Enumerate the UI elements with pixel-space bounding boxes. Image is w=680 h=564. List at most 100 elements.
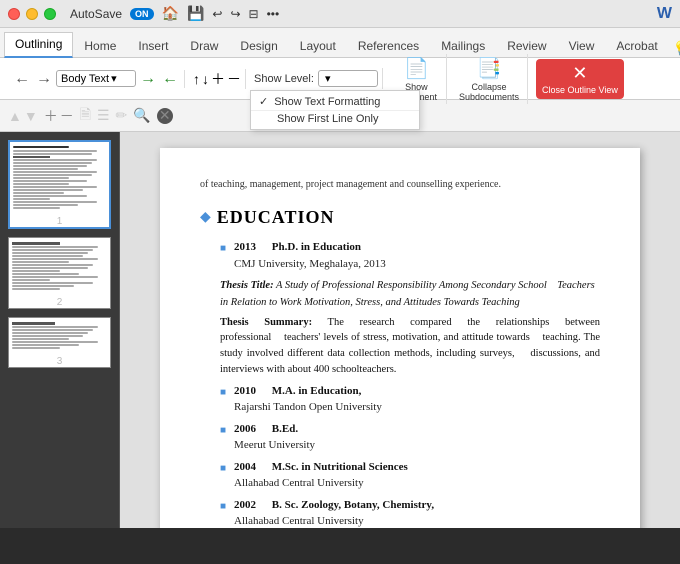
ribbon-toolbar: ← → Body Text ▾ → ← ↑ ↓ ＋ － Show Level: … <box>0 58 680 100</box>
main-area: 1 2 <box>0 132 680 528</box>
more-icon: ••• <box>267 7 280 21</box>
search-icon[interactable]: 🔍 <box>133 107 150 124</box>
save-icon: 💾 <box>187 5 204 22</box>
autosave-toggle[interactable]: ON <box>130 8 154 20</box>
thumbnail-2[interactable]: 2 <box>8 237 111 309</box>
edu-item-msc: ■ 2004 M.Sc. in Nutritional Sciences All… <box>220 459 600 492</box>
edu-item-phd: ■ 2013 Ph.D. in Education CMJ University… <box>220 239 600 272</box>
bullet-icon-phd: ■ <box>220 241 226 272</box>
document-area: of teaching, management, project managem… <box>120 132 680 528</box>
dropdown-arrow-icon2: ▾ <box>325 72 331 85</box>
edu-degree-msc: M.Sc. in Nutritional Sciences <box>272 461 408 473</box>
edu-item-bed: ■ 2006 B.Ed. Meerut University <box>220 421 600 454</box>
outline-minus-icon[interactable]: － <box>60 106 74 126</box>
thesis-title-line: Thesis Title: A Study of Professional Re… <box>220 277 600 311</box>
show-level-label: Show Level: <box>254 73 314 85</box>
edu-year-2006: 2006 <box>234 421 269 438</box>
plus-icon[interactable]: ＋ <box>211 69 225 89</box>
autosave-label: AutoSave <box>70 7 122 21</box>
thumb-num-1: 1 <box>10 216 109 227</box>
minus-icon[interactable]: － <box>227 69 241 89</box>
thesis-summary-text: Thesis Summary: The research compared th… <box>220 315 600 378</box>
outline-down-icon[interactable]: ▼ <box>24 108 38 124</box>
edu-degree-phd: Ph.D. in Education <box>272 241 361 253</box>
doc-icon[interactable]: 🗎 <box>80 104 91 128</box>
education-section-heading: ◆ EDUCATION <box>200 204 600 231</box>
outline-level-group: ↑ ↓ ＋ － <box>189 69 246 89</box>
education-title: EDUCATION <box>217 204 335 231</box>
edu-content-bed: 2006 B.Ed. Meerut University <box>234 421 600 454</box>
demote-icon[interactable]: ↓ <box>202 71 209 87</box>
close-button[interactable] <box>8 8 20 20</box>
tab-review[interactable]: Review <box>496 34 557 58</box>
edu-year-2002: 2002 <box>234 497 269 514</box>
edu-degree-bed: B.Ed. <box>272 423 298 435</box>
thumbnails-panel: 1 2 <box>0 132 120 528</box>
edu-content-bsc: 2002 B. Sc. Zoology, Botany, Chemistry, … <box>234 497 600 529</box>
print-icon: ⊟ <box>249 7 259 21</box>
edu-content-msc: 2004 M.Sc. in Nutritional Sciences Allah… <box>234 459 600 492</box>
edu-degree-ma: M.A. in Education, <box>272 385 362 397</box>
body-text-label: Body Text <box>61 73 109 85</box>
outline-plus-icon[interactable]: ＋ <box>44 106 58 126</box>
close-outline-button[interactable]: ✕ Close Outline View <box>536 59 624 99</box>
collapse-subdocuments-label[interactable]: Collapse Subdocuments <box>459 82 519 102</box>
show-level-dropdown[interactable]: ▾ <box>318 70 378 87</box>
body-text-dropdown[interactable]: Body Text ▾ <box>56 70 136 87</box>
undo-icon: ↩ <box>212 7 222 21</box>
edu-institution-cmj: CMJ University, Meghalaya, 2013 <box>234 256 600 273</box>
edu-year-2010: 2010 <box>234 383 269 400</box>
collapse-subdocuments-group: 📑 Collapse Subdocuments <box>451 54 528 104</box>
forward-arrow[interactable]: → <box>34 70 54 88</box>
dropdown-arrow-icon: ▾ <box>111 72 117 85</box>
maximize-button[interactable] <box>44 8 56 20</box>
tab-draw[interactable]: Draw <box>179 34 229 58</box>
tab-home[interactable]: Home <box>73 34 127 58</box>
close-panel-icon[interactable]: ✕ <box>157 108 173 124</box>
edu-institution-allahabad-bsc: Allahabad Central University <box>234 513 600 528</box>
green-right-arrow[interactable]: → <box>138 70 158 88</box>
checkmark-icon: ✓ <box>259 95 268 108</box>
edu-degree-bsc: B. Sc. Zoology, Botany, Chemistry, <box>272 499 434 511</box>
outline-diamond-icon: ◆ <box>200 207 211 228</box>
redo-icon: ↪ <box>230 7 240 21</box>
tab-outlining[interactable]: Outlining <box>4 32 73 58</box>
edu-institution-meerut: Meerut University <box>234 437 600 454</box>
list-icon[interactable]: ☰ <box>97 107 110 124</box>
tab-mailings[interactable]: Mailings <box>430 34 496 58</box>
tab-references[interactable]: References <box>347 34 430 58</box>
tab-insert[interactable]: Insert <box>127 34 179 58</box>
edu-institution-rajarshi: Rajarshi Tandon Open University <box>234 399 600 416</box>
titlebar: AutoSave ON 🏠 💾 ↩ ↪ ⊟ ••• W <box>0 0 680 28</box>
edu-year-2004: 2004 <box>234 459 269 476</box>
minimize-button[interactable] <box>26 8 38 20</box>
home-icon: 🏠 <box>162 5 179 22</box>
word-app-icon: W <box>657 5 672 23</box>
thumb-num-2: 2 <box>9 297 110 308</box>
lightbulb-icon: 💡 <box>673 40 680 57</box>
edu-year-2013: 2013 <box>234 239 269 256</box>
tab-acrobat[interactable]: Acrobat <box>605 34 668 58</box>
bullet-icon-msc: ■ <box>220 461 226 492</box>
close-outline-group: ✕ Close Outline View <box>532 59 628 99</box>
edu-institution-allahabad-msc: Allahabad Central University <box>234 475 600 492</box>
green-left-arrow[interactable]: ← <box>160 70 180 88</box>
thumbnail-1[interactable]: 1 <box>8 140 111 229</box>
show-first-line-only-item[interactable]: Show First Line Only <box>251 111 419 127</box>
show-text-formatting-item[interactable]: ✓ Show Text Formatting <box>251 93 419 111</box>
tab-design[interactable]: Design <box>229 34 288 58</box>
nav-arrows: ← → <box>12 70 54 88</box>
tab-layout[interactable]: Layout <box>289 34 347 58</box>
outline-nav-group: ← → Body Text ▾ → ← <box>8 70 185 88</box>
outline-nav: ▲ ▼ ＋ － <box>8 106 74 126</box>
promote-icon[interactable]: ↑ <box>193 71 200 87</box>
pencil-icon[interactable]: ✏ <box>116 107 128 124</box>
close-outline-label: Close Outline View <box>542 85 618 95</box>
tab-view[interactable]: View <box>558 34 606 58</box>
bullet-icon-ma: ■ <box>220 385 226 416</box>
outline-up-icon[interactable]: ▲ <box>8 108 22 124</box>
bullet-icon-bsc: ■ <box>220 499 226 529</box>
titlebar-title: AutoSave ON 🏠 💾 ↩ ↪ ⊟ ••• <box>70 5 651 22</box>
back-arrow[interactable]: ← <box>12 70 32 88</box>
thumbnail-3[interactable]: 3 <box>8 317 111 368</box>
